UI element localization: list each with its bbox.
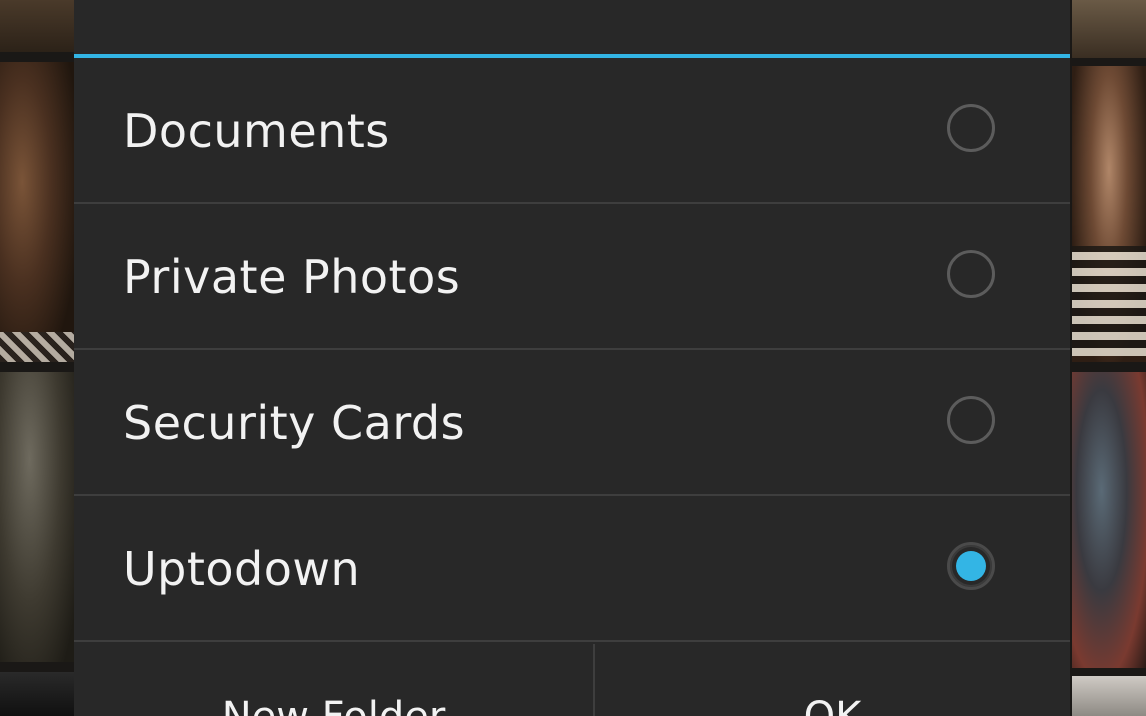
folder-option-security-cards[interactable]: Security Cards [74, 350, 1070, 496]
dialog-button-bar: New Folder OK [74, 644, 1070, 716]
background-photo-thumbnail [0, 62, 74, 362]
ok-button[interactable]: OK [595, 644, 1070, 716]
radio-button[interactable] [947, 104, 995, 152]
folder-option-private-photos[interactable]: Private Photos [74, 204, 1070, 350]
folder-picker-dialog: Documents Private Photos Security Cards … [74, 0, 1070, 716]
new-folder-button[interactable]: New Folder [74, 644, 593, 716]
radio-button-selected[interactable] [947, 542, 995, 590]
folder-option-uptodown[interactable]: Uptodown [74, 496, 1070, 642]
folder-option-label: Private Photos [123, 250, 461, 304]
folder-option-documents[interactable]: Documents [74, 58, 1070, 204]
background-photo-thumbnail [0, 372, 74, 662]
dialog-title-area [74, 0, 1070, 54]
folder-option-label: Uptodown [123, 542, 361, 596]
background-photo-thumbnail [0, 672, 74, 716]
background-photo-thumbnail [1072, 0, 1146, 58]
background-photo-thumbnail [1072, 372, 1146, 668]
background-photo-thumbnail [1072, 66, 1146, 362]
radio-button[interactable] [947, 250, 995, 298]
folder-option-label: Security Cards [123, 396, 466, 450]
radio-selected-dot [956, 551, 986, 581]
background-photo-thumbnail [0, 0, 74, 52]
ok-button-label: OK [595, 694, 1070, 716]
new-folder-button-label: New Folder [74, 694, 593, 716]
background-photo-thumbnail [1072, 676, 1146, 716]
folder-list: Documents Private Photos Security Cards … [74, 58, 1070, 642]
radio-button[interactable] [947, 396, 995, 444]
folder-option-label: Documents [123, 104, 390, 158]
